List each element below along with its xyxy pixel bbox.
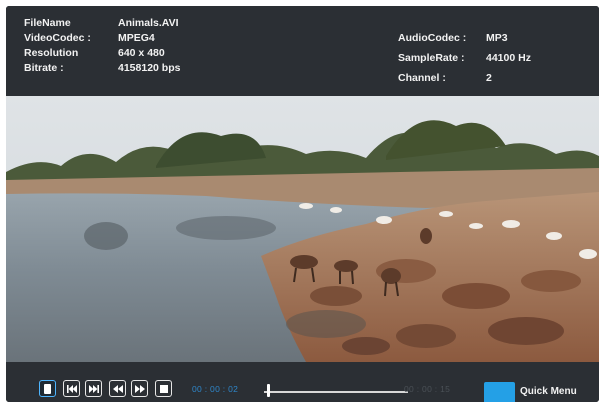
resolution-label: Resolution [24, 47, 79, 59]
file-info-panel: FileName Animals.AVI VideoCodec : MPEG4 … [6, 6, 599, 96]
channel-label: Channel : [398, 72, 446, 84]
pause-button[interactable] [39, 380, 56, 397]
rewind-button[interactable] [109, 380, 126, 397]
video-codec-label: VideoCodec : [24, 32, 91, 44]
video-codec-value: MPEG4 [118, 32, 155, 44]
quick-menu-label[interactable]: Quick Menu [520, 386, 577, 397]
media-player: FileName Animals.AVI VideoCodec : MPEG4 … [6, 6, 599, 402]
video-frame[interactable] [6, 96, 599, 362]
sample-rate-value: 44100 Hz [486, 52, 531, 64]
bitrate-label: Bitrate : [24, 62, 64, 74]
skip-next-icon [88, 384, 99, 393]
seek-thumb[interactable] [266, 384, 270, 397]
file-name-label: FileName [24, 17, 71, 29]
skip-next-button[interactable] [85, 380, 102, 397]
fast-forward-button[interactable] [131, 380, 148, 397]
resolution-value: 640 x 480 [118, 47, 165, 59]
audio-codec-label: AudioCodec : [398, 32, 467, 44]
sample-rate-label: SampleRate : [398, 52, 465, 64]
current-time: 00 : 00 : 02 [192, 384, 239, 394]
total-time: 00 : 00 : 15 [404, 384, 451, 394]
audio-codec-value: MP3 [486, 32, 508, 44]
fast-forward-icon [134, 384, 145, 393]
skip-previous-icon [66, 384, 77, 393]
rewind-icon [112, 384, 123, 393]
stop-icon [159, 384, 168, 393]
file-name-value: Animals.AVI [118, 17, 179, 29]
quick-menu-button[interactable] [484, 382, 515, 402]
seek-bar[interactable] [264, 391, 408, 393]
channel-value: 2 [486, 72, 492, 84]
bitrate-value: 4158120 bps [118, 62, 181, 74]
playback-controls: 00 : 00 : 02 00 : 00 : 15 Quick Menu [6, 362, 599, 402]
skip-previous-button[interactable] [63, 380, 80, 397]
video-scene [6, 96, 599, 362]
pause-icon [44, 383, 51, 394]
stop-button[interactable] [155, 380, 172, 397]
